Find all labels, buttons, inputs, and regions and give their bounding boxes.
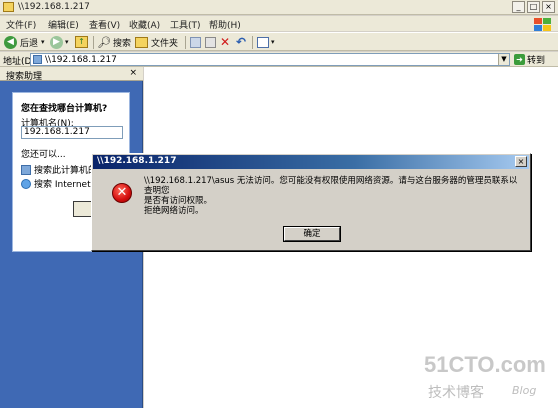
toolbar-divider [93,36,94,49]
go-button[interactable]: ➜ 转到 [514,53,545,66]
windows-logo-icon [530,16,552,32]
forward-arrow-icon: ▶ [50,35,63,49]
toolbar-divider [185,36,186,49]
dialog-close-button[interactable]: × [515,156,527,167]
folder-icon [3,2,14,12]
search-internet-link[interactable]: 搜索 Internet(I) [21,177,100,190]
delete-x-icon: ✕ [220,35,231,49]
error-detail: 拒绝网络访问。 [144,206,204,216]
views-icon [257,36,269,48]
menu-help[interactable]: 帮助(H) [209,18,241,31]
address-value: \\192.168.1.217 [45,55,117,65]
title-bar: \\192.168.1.217 _ □ × [0,0,558,15]
move-to-button[interactable] [190,35,201,49]
copy-to-button[interactable] [205,35,216,49]
minimize-button[interactable]: _ [512,1,525,13]
search-label: 搜索 [112,38,131,49]
chevron-down-icon: ▾ [271,38,275,46]
forward-button[interactable]: ▶ ▾ [50,35,69,49]
menu-view[interactable]: 查看(V) [89,18,120,31]
search-pane-title: 搜索助理 [6,72,43,82]
globe-icon [21,178,31,189]
error-message: \\192.168.1.217\asus 无法访问。您可能没有权限使用网络资源。… [144,176,524,206]
ok-button[interactable]: 确定 [283,226,341,242]
network-folder-icon [33,55,42,64]
menu-favorites[interactable]: 收藏(A) [129,18,160,31]
back-label: 后退 [20,38,39,49]
error-dialog: \\192.168.1.217 × ✕ \\192.168.1.217\asus… [91,153,531,251]
menu-bar: 文件(F) 编辑(E) 查看(V) 收藏(A) 工具(T) 帮助(H) [0,16,558,31]
go-arrow-icon: ➜ [514,54,525,65]
toolbar-divider [252,36,253,49]
views-button[interactable]: ▾ [257,35,275,49]
chevron-down-icon: ▾ [65,38,69,46]
computer-name-input[interactable]: 192.168.1.217 [21,126,123,139]
watermark-logo: 51CTO.com [424,352,546,377]
error-message-line1: \\192.168.1.217\asus 无法访问。您可能没有权限使用网络资源。… [144,176,518,196]
move-to-icon [190,36,201,48]
toolbar: ◀ 后退 ▾ ▶ ▾ ↑ 🔎︎ 搜索 文件夹 ✕ ↶ ▾ [0,32,558,51]
watermark: 51CTO.com 技术博客 Blog [424,352,546,401]
window-title: \\192.168.1.217 [18,2,90,12]
folders-icon [135,36,148,48]
search-computer-label: 搜索此计算机的 [34,166,98,176]
also-label: 您还可以... [21,150,66,160]
watermark-subtitle: 技术博客 [428,385,484,401]
dialog-title: \\192.168.1.217 [97,156,177,166]
address-dropdown-icon[interactable]: ▼ [498,54,509,65]
menu-file[interactable]: 文件(F) [6,18,36,31]
close-button[interactable]: × [542,1,555,13]
folders-button[interactable]: 文件夹 [135,35,178,49]
search-button[interactable]: 🔎︎ 搜索 [97,35,131,49]
search-computer-link[interactable]: 搜索此计算机的 [21,163,97,176]
delete-button[interactable]: ✕ [220,35,230,49]
watermark-blog: Blog [512,384,537,397]
search-pane-close-button[interactable]: × [129,68,137,78]
menu-tools[interactable]: 工具(T) [170,18,201,31]
back-arrow-icon: ◀ [4,35,17,49]
menu-edit[interactable]: 编辑(E) [48,18,79,31]
chevron-down-icon: ▾ [41,38,45,46]
maximize-button[interactable]: □ [527,1,540,13]
search-icon: 🔎︎ [97,35,111,49]
dialog-title-bar: \\192.168.1.217 × [93,155,529,169]
up-folder-icon: ↑ [75,36,88,48]
undo-icon: ↶ [236,35,247,49]
back-button[interactable]: ◀ 后退 ▾ [4,35,45,49]
computer-icon [21,164,31,175]
search-question: 您在查找哪台计算机? [21,104,108,114]
address-input[interactable]: \\192.168.1.217 ▼ [30,53,510,66]
up-folder-button[interactable]: ↑ [75,35,88,49]
folders-label: 文件夹 [151,38,179,49]
go-label: 转到 [527,56,546,66]
undo-button[interactable]: ↶ [236,35,246,49]
search-pane-header: 搜索助理 × [0,67,143,82]
address-bar: 地址(D) \\192.168.1.217 ▼ ➜ 转到 [0,52,558,67]
error-icon: ✕ [112,183,132,203]
copy-to-icon [205,36,216,48]
